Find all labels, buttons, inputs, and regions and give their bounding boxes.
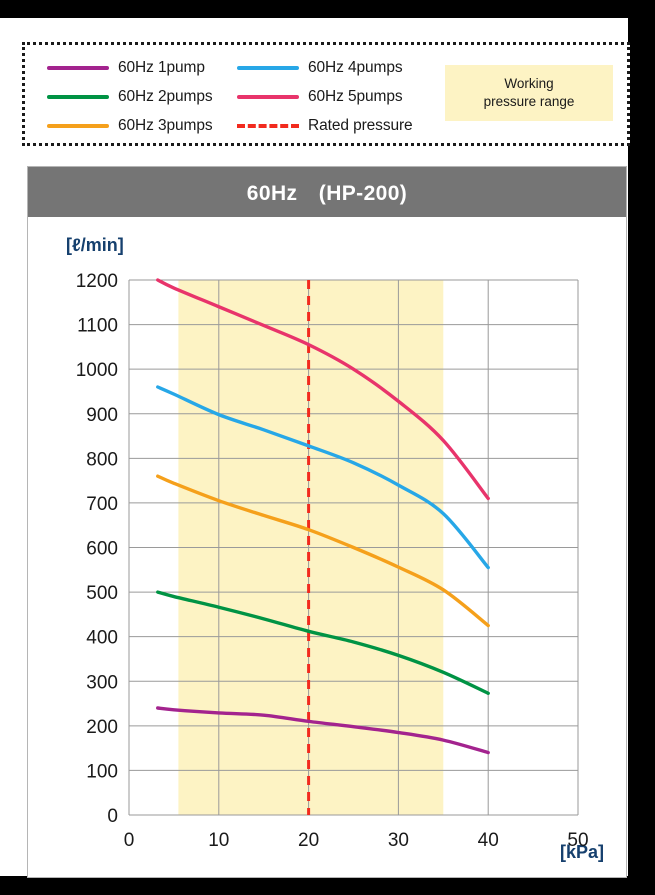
legend-item-1pump: 60Hz 1pump: [47, 59, 237, 77]
working-range-line2: pressure range: [483, 94, 575, 109]
legend-label: 60Hz 5pumps: [308, 87, 403, 105]
x-axis-tick-label: 30: [388, 830, 409, 851]
legend-item-5pumps: 60Hz 5pumps: [237, 88, 437, 106]
line-swatch-icon: [47, 94, 109, 99]
legend-item-3pumps: 60Hz 3pumps: [47, 117, 237, 135]
legend-item-4pumps: 60Hz 4pumps: [237, 59, 437, 77]
x-axis-tick-label: 0: [124, 830, 135, 851]
y-axis-tick-label: 1100: [77, 316, 118, 337]
legend-label: 60Hz 4pumps: [308, 58, 403, 76]
line-swatch-icon: [47, 123, 109, 128]
working-pressure-range-badge: Working pressure range: [445, 65, 613, 121]
dashed-line-swatch-icon: [237, 123, 299, 128]
chart-card: 60Hz (HP-200) [ℓ/min] [kPa] 0 100 200 300 40…: [27, 166, 627, 878]
y-axis-tick-label: 1200: [76, 271, 118, 292]
plot-area: 0 100 200 300 400 500 600 700 800 900 1000 1100 1200…: [28, 167, 628, 879]
performance-curve-plot: 0100200300400500600700800900100011001200…: [76, 271, 589, 851]
y-axis-tick-label: 600: [86, 539, 118, 560]
legend-label: 60Hz 3pumps: [118, 116, 213, 134]
screenshot-root: 60Hz 1pump 60Hz 4pumps 60Hz 2pumps 60Hz …: [0, 0, 655, 895]
y-axis-tick-label: 0: [107, 806, 118, 827]
legend-panel: 60Hz 1pump 60Hz 4pumps 60Hz 2pumps 60Hz …: [22, 42, 630, 146]
legend-entries: 60Hz 1pump 60Hz 4pumps 60Hz 2pumps 60Hz …: [47, 53, 447, 140]
working-range-line1: Working: [504, 75, 554, 91]
y-axis-tick-label: 500: [86, 583, 118, 604]
line-swatch-icon: [237, 65, 299, 70]
y-axis-tick-label: 300: [86, 672, 118, 693]
y-axis-tick-label: 700: [86, 494, 118, 515]
legend-item-2pumps: 60Hz 2pumps: [47, 88, 237, 106]
line-swatch-icon: [237, 94, 299, 99]
y-axis-tick-label: 900: [86, 405, 118, 426]
legend-label: Rated pressure: [308, 116, 413, 134]
x-axis-tick-label: 10: [208, 830, 229, 851]
y-axis-tick-label: 200: [86, 717, 118, 738]
legend-label: 60Hz 2pumps: [118, 87, 213, 105]
y-axis-tick-label: 100: [86, 761, 118, 782]
page-canvas: 60Hz 1pump 60Hz 4pumps 60Hz 2pumps 60Hz …: [0, 18, 630, 878]
y-axis-tick-label: 800: [86, 449, 118, 470]
y-axis-tick-label: 1000: [76, 360, 118, 381]
x-axis-tick-label: 20: [298, 830, 319, 851]
x-axis-tick-label: 40: [478, 830, 499, 851]
legend-label: 60Hz 1pump: [118, 58, 205, 76]
legend-item-rated-pressure: Rated pressure: [237, 117, 437, 135]
line-swatch-icon: [47, 65, 109, 70]
x-axis-tick-label: 50: [567, 830, 588, 851]
y-axis-tick-label: 400: [86, 628, 118, 649]
